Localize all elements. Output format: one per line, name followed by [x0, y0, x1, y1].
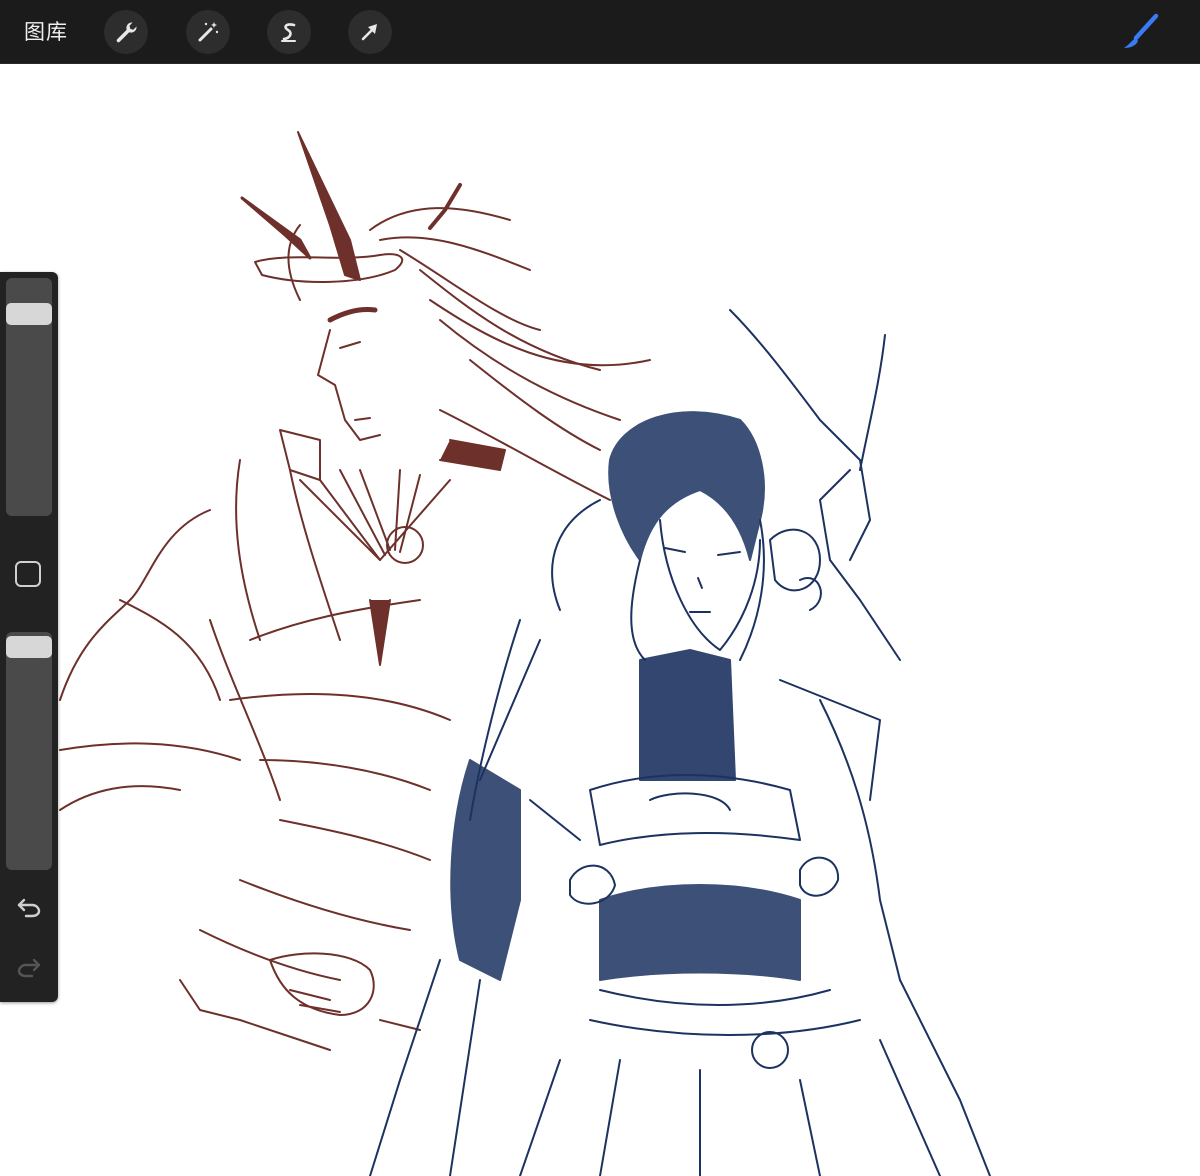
transform-arrow-icon — [361, 24, 377, 41]
top-toolbar: 图库 — [0, 0, 1200, 64]
undo-button[interactable] — [14, 892, 44, 922]
redo-icon — [17, 958, 41, 978]
brush-size-thumb[interactable] — [6, 302, 52, 325]
red-sketch-figure — [59, 131, 651, 1051]
selection-button[interactable] — [267, 10, 311, 54]
blue-sketch-figure — [369, 309, 991, 1176]
wrench-icon — [116, 22, 137, 43]
left-sidebar — [0, 272, 58, 1002]
brush-button[interactable] — [1112, 8, 1164, 56]
brush-opacity-slider[interactable] — [6, 632, 52, 870]
brush-icon — [1124, 13, 1159, 48]
transform-button[interactable] — [348, 10, 392, 54]
brush-opacity-thumb[interactable] — [6, 636, 52, 658]
actions-button[interactable] — [104, 10, 148, 54]
selection-icon — [281, 23, 296, 42]
gallery-button[interactable]: 图库 — [14, 14, 78, 50]
modify-square-icon[interactable] — [15, 561, 41, 587]
drawing-canvas[interactable] — [0, 65, 1200, 1176]
adjustments-button[interactable] — [186, 10, 230, 54]
sketch-artwork — [59, 131, 991, 1176]
redo-button[interactable] — [14, 952, 44, 982]
undo-icon — [17, 898, 41, 918]
brush-size-slider[interactable] — [6, 278, 52, 516]
magic-wand-icon — [198, 22, 219, 42]
